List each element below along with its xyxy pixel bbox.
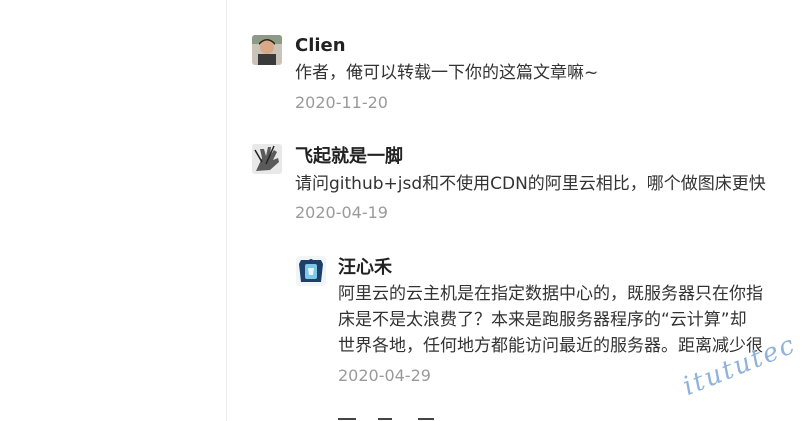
user-avatar[interactable] bbox=[296, 256, 326, 286]
reply-date: 2020-04-29 bbox=[338, 366, 431, 385]
blue-frame-avatar-icon bbox=[296, 256, 326, 286]
partial-author-text bbox=[338, 416, 448, 421]
reply-text-line: 床是不是太浪费了？本来是跑服务器程序的“云计算”却 bbox=[338, 310, 747, 330]
reply-text-line: 阿里云的云主机是在指定数据中心的，既服务器只在你指 bbox=[338, 284, 763, 304]
comment-item: 飞起就是一脚 请问github+jsd和不使用CDN的阿里云相比，哪个做图床更快… bbox=[0, 0, 802, 421]
reply-author[interactable]: 汪心禾 bbox=[338, 256, 392, 280]
user-avatar[interactable] bbox=[296, 414, 326, 421]
reply-text-line: 世界各地，任何地方都能访问最近的服务器。距离减少很 bbox=[338, 336, 763, 356]
reply-item: 汪心禾 阿里云的云主机是在指定数据中心的，既服务器只在你指 床是不是太浪费了？本… bbox=[0, 0, 802, 421]
